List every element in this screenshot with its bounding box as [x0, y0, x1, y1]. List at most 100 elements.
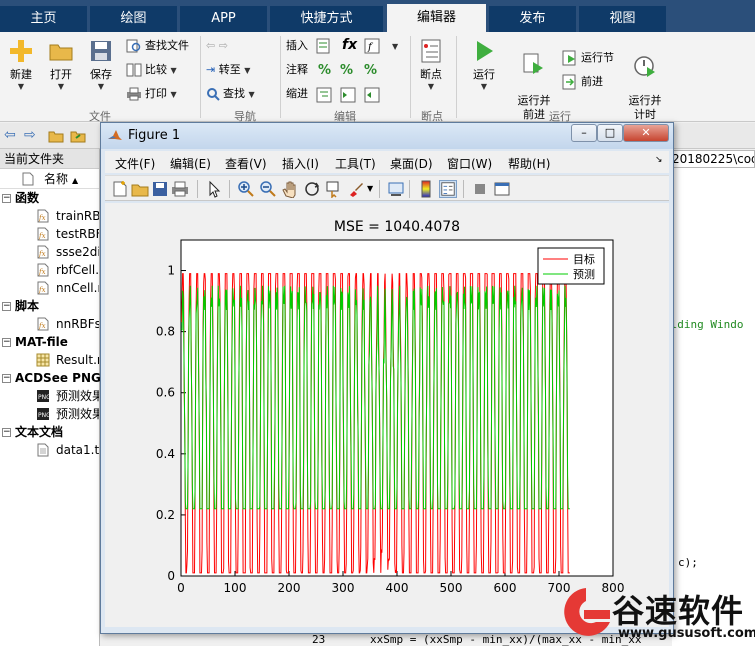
separator — [410, 36, 411, 118]
breakpoints-button[interactable]: 断点 ▼ — [414, 38, 448, 91]
menu-view[interactable]: 查看(V) — [225, 155, 267, 172]
pan-hand-icon[interactable] — [281, 180, 299, 198]
chevron-down-icon[interactable]: ▼ — [392, 42, 398, 51]
tab-plots[interactable]: 绘图 — [90, 6, 178, 32]
current-path-field[interactable]: 20180225\cod — [668, 150, 755, 168]
tab-editor[interactable]: 编辑器 — [387, 4, 487, 32]
function-hint-icon[interactable]: f — [364, 38, 380, 54]
advance-button[interactable]: 前进 — [562, 72, 603, 92]
fx-icon[interactable]: fx — [342, 37, 357, 53]
legend[interactable]: 目标预测 — [537, 247, 605, 285]
figure-title-bar[interactable]: Figure 1 – □ ✕ — [101, 123, 673, 149]
find-files-button[interactable]: 查找文件 — [126, 36, 189, 56]
plot-area[interactable]: MSE = 1040.4078 0 100 200 300 400 500 600 700 80… — [105, 203, 669, 627]
colorbar-icon[interactable] — [417, 180, 435, 198]
tree-section[interactable]: − 函数 — [0, 189, 99, 207]
up-folder-icon[interactable] — [48, 128, 64, 144]
rotate-3d-icon[interactable] — [303, 180, 321, 198]
menu-edit[interactable]: 编辑(E) — [170, 155, 211, 172]
y-tick-label: 0.4 — [156, 447, 175, 461]
close-button[interactable]: ✕ — [623, 124, 669, 142]
print-figure-icon[interactable] — [171, 180, 189, 198]
file-list-item[interactable]: fx ssse2di — [0, 243, 99, 261]
uncomment-icon[interactable]: % — [340, 63, 353, 78]
goto-button[interactable]: ⇥ 转至 ▼ — [206, 60, 250, 80]
editor-pane[interactable]: ilding Windo c); — [664, 168, 755, 646]
new-figure-icon[interactable] — [111, 180, 129, 198]
data-cursor-icon[interactable] — [325, 180, 343, 198]
tab-publish[interactable]: 发布 — [489, 6, 577, 32]
hide-plot-tools-icon[interactable] — [471, 180, 489, 198]
zoom-in-icon[interactable] — [237, 180, 255, 198]
open-file-icon[interactable] — [131, 180, 149, 198]
column-header-name[interactable]: 名称 ▲ — [0, 169, 99, 189]
browse-folder-icon[interactable] — [70, 128, 86, 144]
tab-shortcuts[interactable]: 快捷方式 — [270, 6, 384, 32]
file-list-item[interactable]: fx testRBF — [0, 225, 99, 243]
matlab-logo-icon — [108, 130, 122, 140]
percent-icon[interactable]: % — [318, 63, 331, 78]
collapse-icon[interactable]: − — [2, 338, 11, 347]
file-list-item[interactable]: fx trainRB — [0, 207, 99, 225]
figure-title: Figure 1 — [128, 128, 181, 143]
new-button[interactable]: 新建 ▼ — [6, 38, 36, 91]
nav-back-forward[interactable]: ⇦ ⇨ — [206, 36, 228, 56]
tree-section[interactable]: − 脚本 — [0, 297, 99, 315]
run-button[interactable]: 运行 ▼ — [466, 38, 502, 91]
collapse-icon[interactable]: − — [2, 374, 11, 383]
tab-view[interactable]: 视图 — [579, 6, 667, 32]
show-plot-tools-icon[interactable] — [493, 180, 511, 198]
file-list-item[interactable]: PNG 预测效果 — [0, 387, 99, 405]
smart-indent-icon[interactable] — [316, 87, 332, 103]
forward-arrow-icon[interactable]: ⇨ — [24, 127, 36, 143]
file-list-item[interactable]: data1.tx — [0, 441, 99, 459]
menu-insert[interactable]: 插入(I) — [282, 155, 319, 172]
back-arrow-icon[interactable]: ⇦ — [4, 127, 16, 143]
file-name: ssse2di — [56, 245, 99, 259]
run-section-button[interactable]: 运行节 — [562, 48, 614, 68]
figure-canvas[interactable]: MSE = 1040.4078 0 100 200 300 400 500 600 700 80… — [105, 203, 669, 627]
save-figure-icon[interactable] — [151, 180, 169, 198]
collapse-icon[interactable]: − — [2, 428, 11, 437]
compare-button[interactable]: 比较 ▼ — [126, 60, 177, 80]
brush-icon[interactable] — [347, 180, 365, 198]
find-button[interactable]: 查找 ▼ — [206, 84, 255, 104]
menu-file[interactable]: 文件(F) — [115, 155, 155, 172]
file-list-item[interactable]: fx rbfCell. — [0, 261, 99, 279]
zoom-out-icon[interactable] — [259, 180, 277, 198]
menu-window[interactable]: 窗口(W) — [447, 155, 492, 172]
file-list-item[interactable]: fx nnRBFs — [0, 315, 99, 333]
decrease-indent-icon[interactable] — [364, 87, 380, 103]
indent-button[interactable]: 缩进 — [286, 84, 308, 104]
menu-tools[interactable]: 工具(T) — [335, 155, 376, 172]
tree-section[interactable]: − MAT-file — [0, 333, 99, 351]
save-button[interactable]: 保存 ▼ — [86, 38, 116, 91]
collapse-icon[interactable]: − — [2, 302, 11, 311]
open-button[interactable]: 打开 ▼ — [46, 38, 76, 91]
tree-section[interactable]: − 文本文档 — [0, 423, 99, 441]
file-list-item[interactable]: Result.n — [0, 351, 99, 369]
increase-indent-icon[interactable] — [340, 87, 356, 103]
tab-apps[interactable]: APP — [180, 6, 268, 32]
print-button[interactable]: 打印 ▼ — [126, 84, 177, 104]
legend-icon[interactable] — [439, 180, 457, 198]
menu-dock-icon[interactable]: ↘ — [655, 155, 663, 165]
link-plot-icon[interactable] — [387, 180, 405, 198]
insert-button[interactable]: 插入 — [286, 36, 308, 56]
maximize-button[interactable]: □ — [597, 124, 623, 142]
collapse-icon[interactable]: − — [2, 194, 11, 203]
file-list-item[interactable]: fx nnCell.r — [0, 279, 99, 297]
tree-section[interactable]: − ACDSee PNG — [0, 369, 101, 387]
chevron-down-icon[interactable]: ▼ — [367, 184, 373, 193]
menu-help[interactable]: 帮助(H) — [508, 155, 550, 172]
file-list-item[interactable]: PNG 预测效果 — [0, 405, 99, 423]
tab-home[interactable]: 主页 — [0, 6, 88, 32]
wrap-comment-icon[interactable]: % — [364, 63, 377, 78]
comment-button[interactable]: 注释 — [286, 60, 308, 80]
watermark-logo — [564, 588, 610, 636]
menu-desktop[interactable]: 桌面(D) — [390, 155, 433, 172]
pointer-icon[interactable] — [205, 180, 223, 198]
insert-section-icon[interactable] — [316, 38, 332, 54]
minimize-button[interactable]: – — [571, 124, 597, 142]
figure-window[interactable]: Figure 1 – □ ✕ 文件(F) 编辑(E) 查看(V) 插入(I) 工… — [100, 122, 674, 634]
